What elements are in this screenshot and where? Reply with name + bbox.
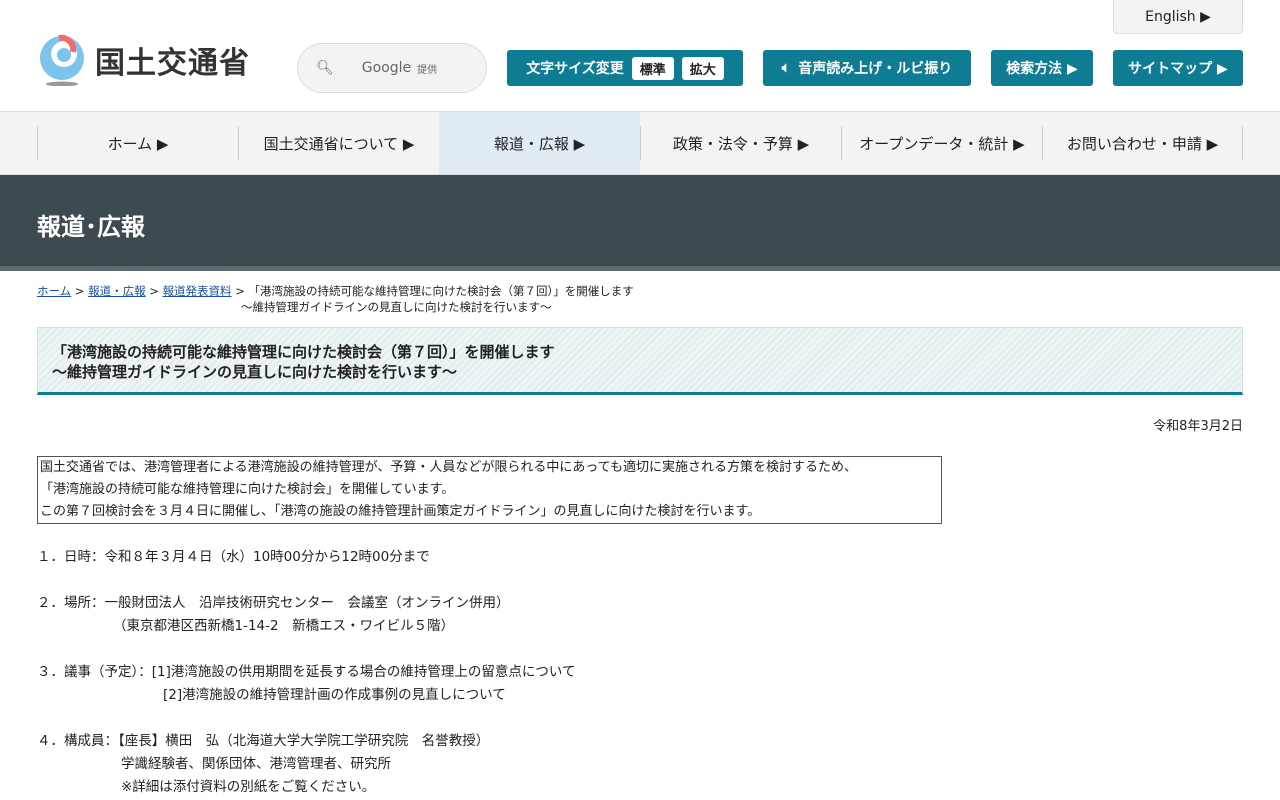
item-agenda: ３．議事（予定）：[1]港湾施設の供用期間を延長する場合の維持管理上の留意点につ… [37, 664, 576, 680]
search-box[interactable]: 🔍︎ Google 提供 [297, 43, 487, 93]
search-icon: 🔍︎ [316, 60, 334, 76]
item-members-2: 学識経験者、関係団体、港湾管理者、研究所 [121, 756, 391, 772]
intro-box: 国土交通省では、港湾管理者による港湾施設の維持管理が、予算・人員などが限られる中… [37, 456, 942, 524]
nav-press[interactable]: 報道・広報 ▶ [439, 112, 640, 174]
title-line: 「港湾施設の持続可能な維持管理に向けた検討会（第７回）」を開催します [52, 343, 555, 361]
mlit-emblem-icon [40, 34, 84, 86]
item-place-address: （東京都港区西新橋1-14-2 新橋エス・ワイビル５階） [113, 618, 455, 634]
section-title: 報道･広報 [0, 175, 1280, 271]
item-place: ２．場所：一般財団法人 沿岸技術研究センター 会議室（オンライン併用） [37, 595, 510, 611]
intro-line: 「港湾施設の持続可能な維持管理に向けた検討会」を開催しています。 [40, 482, 455, 497]
page-title: 「港湾施設の持続可能な維持管理に向けた検討会（第７回）」を開催します ～維持管理… [37, 327, 1243, 395]
nav-about[interactable]: 国土交通省について ▶ [238, 126, 439, 160]
release-date: 令和8年3月2日 [1153, 419, 1243, 434]
crumb-press[interactable]: 報道・広報 [88, 284, 146, 298]
crumb-home[interactable]: ホーム [37, 284, 71, 298]
search-method-button[interactable]: 検索方法 ▶ [991, 50, 1093, 86]
crumb-current: 「港湾施設の持続可能な維持管理に向けた検討会（第７回）」を開催します [248, 284, 634, 298]
nav-home[interactable]: ホーム ▶ [37, 126, 238, 160]
font-size-control: 文字サイズ変更 標準 拡大 [507, 50, 743, 86]
search-provided: 提供 [417, 64, 438, 76]
item-agenda-2: [2]港湾施設の維持管理計画の作成事例の見直しについて [163, 687, 506, 703]
crumb-releases[interactable]: 報道発表資料 [163, 284, 232, 298]
font-standard-button[interactable]: 標準 [631, 56, 674, 80]
speaker-icon: 🔈︎ [781, 60, 791, 76]
read-aloud-label: 音声読み上げ・ルビ振り [798, 61, 953, 77]
item-datetime: １．日時：令和８年３月４日（水）10時00分から12時00分まで [37, 549, 430, 565]
logo-text: 国土交通省 [95, 46, 250, 81]
breadcrumb: ホーム > 報道・広報 > 報道発表資料 > 「港湾施設の持続可能な維持管理に向… [0, 271, 1280, 315]
release-body: １．日時：令和８年３月４日（水）10時00分から12時00分まで ２．場所：一般… [0, 524, 1280, 799]
intro-line: この第７回検討会を３月４日に開催し、「港湾の施設の維持管理計画策定ガイドライン」… [40, 504, 761, 519]
crumb-current-sub: ～維持管理ガイドラインの見直しに向けた検討を行います～ [241, 300, 552, 314]
english-link[interactable]: English ▶ [1113, 0, 1243, 34]
mlit-logo[interactable]: 国土交通省 [37, 34, 250, 86]
read-aloud-button[interactable]: 🔈︎ 音声読み上げ・ルビ振り [763, 50, 971, 86]
item-members: ４．構成員：【座長】横田 弘（北海道大学大学院工学研究院 名誉教授） [37, 733, 490, 749]
intro-line: 国土交通省では、港湾管理者による港湾施設の維持管理が、予算・人員などが限られる中… [40, 460, 858, 475]
crumb-sep: > [145, 284, 163, 298]
title-subline: ～維持管理ガイドラインの見直しに向けた検討を行います～ [52, 363, 458, 381]
nav-contact[interactable]: お問い合わせ・申請 ▶ [1042, 126, 1243, 160]
sitemap-button[interactable]: サイトマップ ▶ [1113, 50, 1243, 86]
nav-policy[interactable]: 政策・法令・予算 ▶ [640, 126, 841, 160]
font-size-label: 文字サイズ変更 [526, 61, 624, 77]
global-nav: ホーム ▶ 国土交通省について ▶ 報道・広報 ▶ 政策・法令・予算 ▶ オープ… [0, 112, 1280, 175]
site-header: 国土交通省 🔍︎ Google 提供 English ▶ 文字サイズ変更 標準 … [0, 0, 1280, 112]
crumb-sep: > [71, 284, 89, 298]
nav-opendata[interactable]: オープンデータ・統計 ▶ [841, 126, 1042, 160]
search-brand: Google [361, 60, 412, 76]
font-large-button[interactable]: 拡大 [681, 56, 724, 80]
crumb-sep: > [231, 284, 249, 298]
item-members-note: ※詳細は添付資料の別紙をご覧ください。 [121, 779, 376, 795]
